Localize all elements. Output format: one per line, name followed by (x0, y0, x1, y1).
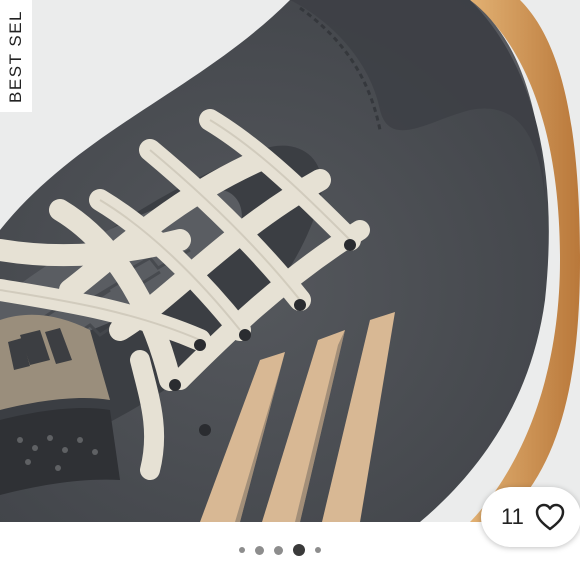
badge-label: BEST SEL (6, 9, 25, 103)
sneaker-photo (0, 0, 580, 522)
carousel-dot-3[interactable] (274, 545, 283, 555)
product-photo[interactable]: BEST SEL (0, 0, 580, 522)
best-seller-badge: BEST SEL (0, 0, 32, 112)
like-button[interactable]: 11 (481, 487, 580, 547)
carousel-dot-4-active[interactable] (293, 544, 305, 556)
carousel-dot-2[interactable] (255, 545, 264, 555)
like-count: 11 (501, 504, 524, 529)
carousel-pagination (0, 544, 560, 556)
heart-outline-icon (535, 503, 565, 531)
carousel-dot-5[interactable] (315, 547, 321, 553)
carousel-dot-1[interactable] (239, 547, 245, 553)
